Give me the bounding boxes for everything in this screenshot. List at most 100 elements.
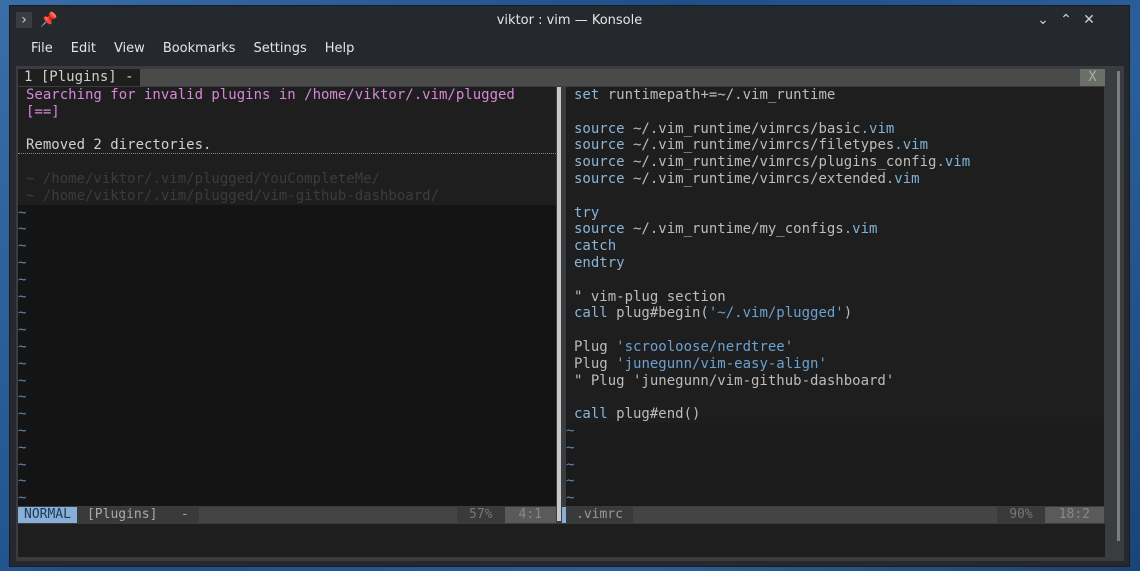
code-line: source ~/.vim_runtime/vimrcs/extended.vi… bbox=[566, 171, 1104, 188]
code-token: Plug bbox=[574, 355, 617, 372]
empty-line-tilde: ~ bbox=[18, 473, 27, 490]
menu-bookmarks[interactable]: Bookmarks bbox=[154, 41, 245, 56]
code-token: ~/.vim_runtime/vimrcs/extended bbox=[624, 170, 886, 187]
status-percent: 57% bbox=[457, 507, 505, 523]
code-token: plug#end() bbox=[607, 406, 701, 423]
buffer-line bbox=[18, 154, 556, 171]
code-line: source ~/.vim_runtime/vimrcs/filetypes.v… bbox=[566, 137, 1104, 154]
empty-line-tilde: ~ bbox=[18, 338, 27, 355]
code-line: source ~/.vim_runtime/vimrcs/basic.vim bbox=[566, 121, 1104, 138]
code-token: source bbox=[574, 221, 625, 238]
status-position: 4:1 bbox=[504, 507, 556, 523]
buffer-line bbox=[18, 121, 556, 138]
status-percent: 90% bbox=[997, 507, 1045, 523]
code-token: .vim bbox=[860, 120, 895, 137]
code-line: Plug 'junegunn/vim-easy-align' bbox=[566, 356, 1104, 373]
code-line: call plug#begin('~/.vim/plugged') bbox=[566, 305, 1104, 322]
menu-file[interactable]: File bbox=[22, 41, 62, 56]
code-token: .vim bbox=[936, 154, 971, 171]
code-token: call bbox=[574, 305, 608, 322]
empty-line-tilde: ~ bbox=[18, 238, 27, 255]
left-status-line: NORMAL [Plugins] - 57% 4:1 bbox=[18, 507, 556, 523]
code-line: " Plug 'junegunn/vim-github-dashboard' bbox=[566, 373, 1104, 390]
code-line: set runtimepath+=~/.vim_runtime bbox=[566, 87, 1104, 104]
code-token: " vim-plug section bbox=[574, 288, 726, 305]
terminal-area[interactable]: 1 [Plugins] - X Searching for invalid pl… bbox=[16, 66, 1124, 561]
code-line: endtry bbox=[566, 255, 1104, 272]
code-line: call plug#end() bbox=[566, 406, 1104, 423]
right-vim-pane-vimrc[interactable]: set runtimepath+=~/.vim_runtimesource ~/… bbox=[566, 87, 1104, 506]
minimize-button[interactable]: ⌄ bbox=[1035, 12, 1051, 28]
code-token: call bbox=[574, 406, 608, 423]
empty-line-tilde: ~ bbox=[18, 305, 27, 322]
menu-bar: File Edit View Bookmarks Settings Help bbox=[10, 36, 1129, 61]
buffer-line: Searching for invalid plugins in /home/v… bbox=[26, 87, 515, 103]
empty-line-tilde: ~ bbox=[18, 439, 27, 456]
code-line: " vim-plug section bbox=[566, 289, 1104, 306]
code-token: endtry bbox=[574, 254, 625, 271]
empty-line-tilde: ~ bbox=[566, 456, 575, 473]
empty-line-tilde: ~ bbox=[566, 490, 575, 506]
menu-settings[interactable]: Settings bbox=[244, 41, 315, 56]
code-token: source bbox=[574, 154, 625, 171]
empty-line-tilde: ~ bbox=[18, 490, 27, 506]
empty-line-tilde: ~ bbox=[18, 322, 27, 339]
code-line: Plug 'scrooloose/nerdtree' bbox=[566, 339, 1104, 356]
code-token: '~/.vim/plugged' bbox=[708, 305, 844, 322]
code-line: source ~/.vim_runtime/my_configs.vim bbox=[566, 221, 1104, 238]
empty-line-tilde: ~ bbox=[18, 355, 27, 372]
buffer-line: ~ /home/viktor/.vim/plugged/vim-github-d… bbox=[26, 187, 440, 204]
code-line: source ~/.vim_runtime/vimrcs/plugins_con… bbox=[566, 154, 1104, 171]
scrollbar[interactable] bbox=[1117, 71, 1120, 541]
left-vim-pane[interactable]: Searching for invalid plugins in /home/v… bbox=[18, 87, 556, 506]
code-token: .vim bbox=[843, 221, 878, 238]
vim-tabline: 1 [Plugins] - X bbox=[18, 69, 1105, 86]
code-token: " Plug 'junegunn/vim-github-dashboard' bbox=[574, 372, 895, 389]
empty-line-tilde: ~ bbox=[18, 389, 27, 406]
window-title: viktor : vim — Konsole bbox=[496, 13, 643, 28]
code-token: try bbox=[574, 204, 600, 221]
empty-line-tilde: ~ bbox=[18, 254, 27, 271]
close-button[interactable]: ✕ bbox=[1081, 12, 1097, 28]
empty-line-tilde: ~ bbox=[566, 422, 575, 439]
code-line: try bbox=[566, 205, 1104, 222]
code-token: .vim bbox=[894, 137, 929, 154]
vim-tab-plugins[interactable]: 1 [Plugins] - bbox=[18, 69, 140, 86]
code-token: ) bbox=[843, 305, 853, 322]
empty-line-tilde: ~ bbox=[18, 372, 27, 389]
empty-line-tilde: ~ bbox=[18, 221, 27, 238]
code-token: ~/.vim_runtime/vimrcs/filetypes bbox=[624, 137, 895, 154]
code-token: ~/.vim_runtime/vimrcs/basic bbox=[624, 120, 861, 137]
buffer-line: [==] bbox=[26, 103, 60, 120]
title-bar: › 📌 viktor : vim — Konsole ⌄ ⌃ ✕ bbox=[10, 6, 1129, 36]
code-token: ~/.vim_runtime/my_configs bbox=[624, 221, 844, 238]
code-line: catch bbox=[566, 238, 1104, 255]
code-token: 'scrooloose/nerdtree' bbox=[616, 338, 794, 355]
mode-indicator: NORMAL bbox=[18, 507, 77, 523]
maximize-button[interactable]: ⌃ bbox=[1058, 12, 1074, 28]
code-token: catch bbox=[574, 238, 617, 255]
code-token: plug#begin( bbox=[607, 305, 709, 322]
empty-line-tilde: ~ bbox=[18, 406, 27, 423]
status-filename: .vimrc bbox=[566, 507, 633, 523]
empty-line-tilde: ~ bbox=[18, 271, 27, 288]
empty-line-tilde: ~ bbox=[566, 439, 575, 456]
empty-line-tilde: ~ bbox=[18, 288, 27, 305]
command-line-area[interactable] bbox=[18, 524, 1105, 557]
empty-line-tilde: ~ bbox=[18, 204, 27, 221]
vertical-split-separator[interactable] bbox=[557, 87, 561, 521]
konsole-window: › 📌 viktor : vim — Konsole ⌄ ⌃ ✕ File Ed… bbox=[9, 5, 1130, 567]
code-token: Plug bbox=[574, 338, 617, 355]
status-position: 18:2 bbox=[1044, 507, 1104, 523]
vim-tab-close[interactable]: X bbox=[1080, 69, 1105, 86]
empty-line-tilde: ~ bbox=[18, 456, 27, 473]
menu-help[interactable]: Help bbox=[316, 41, 364, 56]
menu-edit[interactable]: Edit bbox=[62, 41, 105, 56]
menu-view[interactable]: View bbox=[105, 41, 154, 56]
empty-line-tilde: ~ bbox=[566, 473, 575, 490]
